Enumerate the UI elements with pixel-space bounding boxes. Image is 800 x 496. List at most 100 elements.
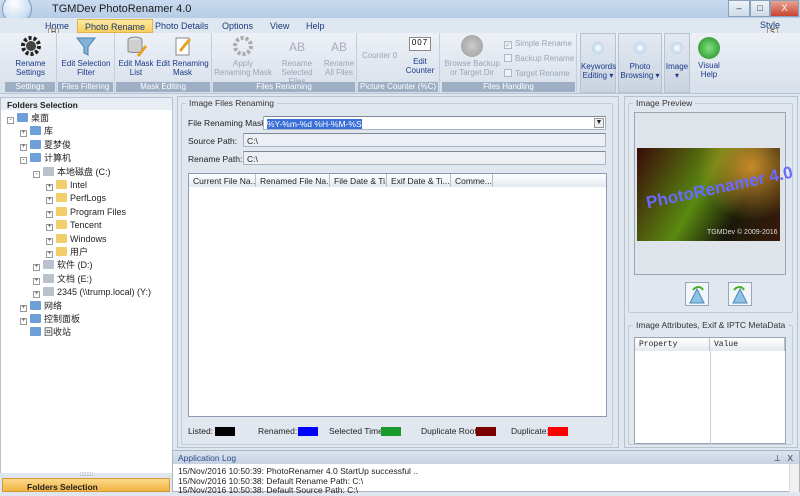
rename-path-field[interactable]: C:\ bbox=[243, 151, 606, 165]
legend-swatch bbox=[548, 427, 568, 436]
legend-swatch bbox=[215, 427, 235, 436]
database-edit-icon bbox=[127, 36, 147, 57]
tree-item[interactable]: + 用户 bbox=[46, 246, 88, 258]
column-renamed-file-name[interactable]: Renamed File Na... bbox=[256, 174, 330, 187]
tree-item[interactable]: - 本地磁盘 (C:) bbox=[33, 166, 111, 178]
tree-item[interactable]: +2345 (\\trump.local) (Y:) bbox=[33, 286, 151, 299]
tree-item[interactable]: + Program Files bbox=[46, 206, 126, 218]
circle-icon bbox=[461, 35, 483, 57]
tree-item[interactable]: + Windows bbox=[46, 233, 107, 245]
document-edit-icon bbox=[175, 37, 191, 56]
tree-item[interactable]: + Tencent bbox=[46, 219, 102, 232]
expand-icon[interactable]: + bbox=[33, 277, 40, 285]
image-preview-area: PhotoRenamer 4.0 TGMDev © 2009-2016 bbox=[634, 112, 795, 275]
tree-item[interactable]: + PerfLogs bbox=[46, 192, 106, 205]
target-rename-checkbox[interactable]: Target Rename bbox=[504, 69, 570, 78]
expand-icon[interactable]: + bbox=[20, 304, 27, 312]
ribbon: Rename Settings Settings Edit Selection … bbox=[0, 33, 800, 94]
rotate-right-button[interactable] bbox=[728, 282, 752, 306]
tree-item[interactable]: + 夏梦俊 bbox=[20, 139, 71, 151]
counter-value: Counter 0 bbox=[362, 51, 398, 60]
expand-icon[interactable]: + bbox=[46, 197, 53, 205]
ribbon-tabs: Home H Photo Rename Photo Details Option… bbox=[0, 18, 800, 37]
tree-item[interactable]: + 库 bbox=[20, 125, 53, 138]
files-table[interactable]: Current File Na... Renamed File Na... Fi… bbox=[188, 173, 607, 417]
expand-icon[interactable]: + bbox=[46, 224, 53, 232]
tab-photo-details[interactable]: Photo Details bbox=[148, 19, 216, 33]
tree-item[interactable]: + 网络 bbox=[20, 300, 62, 312]
tree-item[interactable]: - 桌面 bbox=[7, 112, 49, 124]
column-value[interactable]: Value bbox=[710, 338, 785, 351]
collapse-icon[interactable]: - bbox=[20, 157, 27, 165]
expand-icon[interactable]: + bbox=[20, 130, 27, 138]
expand-icon[interactable]: + bbox=[33, 291, 40, 299]
source-path-field[interactable]: C:\ bbox=[243, 133, 606, 147]
tree-item[interactable]: + 软件 (D:) bbox=[33, 259, 93, 272]
group-mask-editing: Edit Mask List Edit Renaming Mask Mask E… bbox=[115, 33, 212, 93]
simple-rename-checkbox[interactable]: ✓ Simple Rename bbox=[504, 39, 572, 49]
collapse-icon[interactable]: - bbox=[33, 170, 40, 178]
group-files-renaming: Apply Renaming Mask ABRename Selected Fi… bbox=[212, 33, 357, 93]
pin-icon[interactable]: ⊥ bbox=[774, 453, 781, 464]
expand-icon[interactable]: + bbox=[20, 143, 27, 151]
image-button[interactable]: Image ▾ bbox=[664, 33, 690, 93]
expand-icon[interactable]: + bbox=[46, 251, 53, 258]
tree-item[interactable]: - 计算机 bbox=[20, 152, 71, 165]
column-property[interactable]: Property bbox=[635, 338, 710, 351]
svg-text:AB: AB bbox=[331, 40, 347, 54]
expand-icon[interactable]: + bbox=[33, 264, 40, 272]
tree-item[interactable]: + 控制面板 bbox=[20, 313, 80, 325]
column-exif-date[interactable]: Exif Date & Ti... bbox=[387, 174, 451, 187]
edit-selection-filter-button[interactable]: Edit Selection Filter bbox=[59, 35, 113, 77]
tab-photo-rename[interactable]: Photo Rename bbox=[77, 19, 154, 33]
group-picture-counter: Counter 0 007 Edit Counter Picture Counte… bbox=[357, 33, 440, 93]
folder-icon bbox=[30, 314, 41, 323]
counter-digits-icon: 007 bbox=[409, 37, 431, 51]
tab-options[interactable]: Options bbox=[215, 19, 260, 33]
metadata-table[interactable]: Property Value bbox=[634, 337, 786, 444]
tab-view[interactable]: View bbox=[263, 19, 296, 33]
edit-mask-list-button[interactable]: Edit Mask List bbox=[117, 35, 155, 77]
window-title: TGMDev PhotoRenamer 4.0 bbox=[52, 3, 192, 15]
visual-help-button[interactable]: Visual Help bbox=[692, 37, 726, 79]
expand-icon[interactable]: + bbox=[46, 184, 53, 191]
photo-browsing-button[interactable]: Photo Browsing ▾ bbox=[618, 33, 662, 93]
chevron-down-icon[interactable]: ▼ bbox=[594, 118, 604, 128]
log-scrollbar[interactable] bbox=[789, 464, 799, 492]
expand-icon[interactable]: + bbox=[46, 237, 53, 245]
rename-selected-files-button[interactable]: ABRename Selected Files bbox=[274, 35, 320, 86]
close-button[interactable]: X bbox=[770, 0, 799, 17]
keywords-editing-button[interactable]: Keywords Editing ▾ bbox=[580, 33, 616, 93]
column-comment[interactable]: Comme... bbox=[451, 174, 493, 187]
rotate-left-button[interactable] bbox=[685, 282, 709, 306]
gear-icon bbox=[20, 36, 41, 56]
edit-counter-button[interactable]: 007 Edit Counter bbox=[403, 35, 437, 75]
tree-item[interactable]: + Intel bbox=[46, 179, 87, 191]
renaming-mask-combobox[interactable]: %Y-%m-%d %H-%M-%S ▼ bbox=[263, 116, 606, 130]
collapse-icon[interactable]: - bbox=[7, 117, 14, 124]
tree-item[interactable]: + 文档 (E:) bbox=[33, 273, 92, 285]
backup-rename-checkbox[interactable]: Backup Rename bbox=[504, 54, 574, 63]
folder-icon bbox=[56, 233, 67, 243]
legend-swatch bbox=[381, 427, 401, 436]
tab-help[interactable]: Help bbox=[299, 19, 332, 33]
column-current-file-name[interactable]: Current File Na... bbox=[189, 174, 256, 187]
source-path-label: Source Path: bbox=[188, 136, 238, 146]
expand-icon[interactable]: + bbox=[20, 318, 27, 325]
folders-selection-nav-button[interactable]: Folders Selection bbox=[2, 478, 170, 492]
apply-renaming-mask-button[interactable]: Apply Renaming Mask bbox=[214, 35, 272, 77]
column-divider bbox=[710, 351, 711, 444]
expand-icon[interactable]: + bbox=[46, 210, 53, 218]
edit-renaming-mask-button[interactable]: Edit Renaming Mask bbox=[155, 35, 210, 77]
browse-backup-button[interactable]: Browse Backup or Target Dir bbox=[443, 35, 501, 77]
column-file-date[interactable]: File Date & Ti... bbox=[330, 174, 387, 187]
close-icon[interactable]: X bbox=[787, 453, 793, 463]
tree-item[interactable]: 回收站 bbox=[20, 326, 71, 338]
minimize-button[interactable]: – bbox=[728, 0, 750, 17]
rotate-left-icon bbox=[689, 286, 705, 304]
rename-all-files-button[interactable]: AB Rename All Files bbox=[322, 35, 356, 77]
folder-icon bbox=[17, 113, 28, 122]
maximize-button[interactable]: □ bbox=[750, 0, 770, 17]
folder-icon bbox=[56, 180, 67, 189]
rename-settings-button[interactable]: Rename Settings bbox=[6, 35, 55, 77]
